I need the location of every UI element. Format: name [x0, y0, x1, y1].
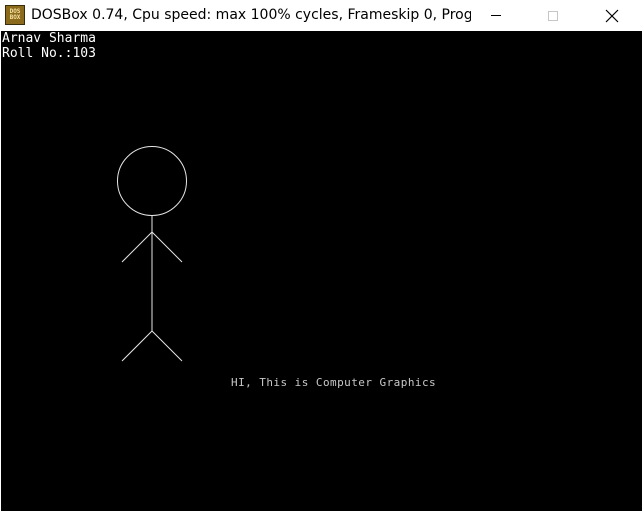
minimize-icon — [491, 15, 501, 16]
stick-figure-left-arm — [121, 231, 153, 263]
close-icon — [605, 9, 619, 22]
minimize-button[interactable] — [473, 0, 519, 31]
window-title: DOSBox 0.74, Cpu speed: max 100% cycles,… — [31, 7, 471, 23]
stick-figure-right-arm — [151, 231, 183, 263]
title-bar[interactable]: DOS BOX DOSBox 0.74, Cpu speed: max 100%… — [0, 0, 643, 31]
maximize-icon — [548, 10, 558, 21]
stick-figure-head — [117, 146, 187, 216]
stick-figure-right-leg — [151, 330, 183, 362]
maximize-button[interactable] — [530, 0, 576, 31]
dosbox-icon[interactable]: DOS BOX — [5, 5, 25, 25]
close-button[interactable] — [589, 0, 635, 31]
icon-label-bottom: BOX — [9, 14, 21, 21]
stick-figure-left-leg — [121, 330, 153, 362]
dosbox-window: DOS BOX DOSBox 0.74, Cpu speed: max 100%… — [0, 0, 643, 512]
graphics-message: HI, This is Computer Graphics — [231, 376, 437, 389]
dos-screen[interactable]: Arnav Sharma Roll No.:103 HI, This is Co… — [1, 31, 642, 511]
stick-figure-drawing — [117, 146, 187, 362]
